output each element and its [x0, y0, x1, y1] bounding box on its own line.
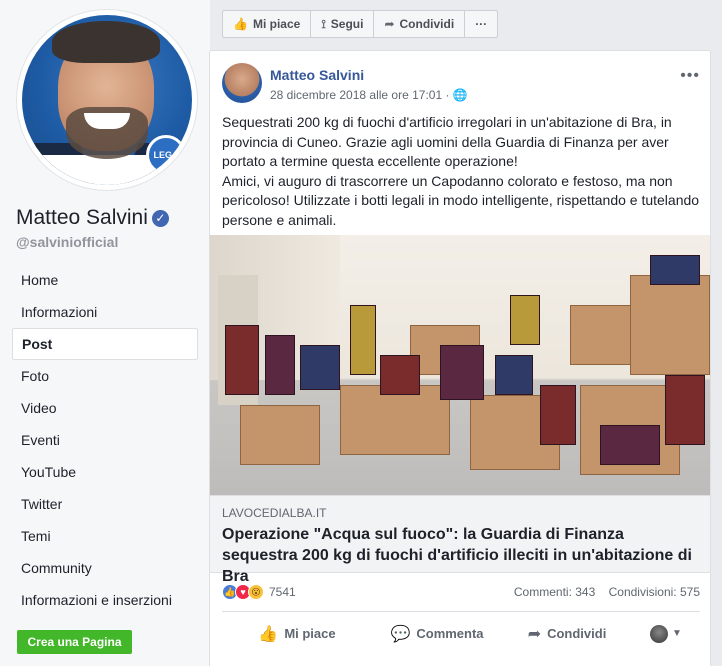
link-title: Operazione "Acqua sul fuoco": la Guardia… [222, 526, 692, 585]
page-actions-bar: 👍 Mi piace ⟟ Segui ➦ Condividi ··· [222, 10, 499, 38]
rss-icon: ⟟ [321, 16, 326, 31]
nav-item-informazioni[interactable]: Informazioni [12, 296, 198, 328]
page-name-text: Matteo Salvini [16, 206, 148, 229]
nav-item-twitter[interactable]: Twitter [12, 488, 198, 520]
verified-check-icon: ✓ [151, 210, 169, 227]
follow-page-label: Segui [330, 17, 364, 31]
page-avatar-icon [650, 624, 669, 643]
share-arrow-icon: ➦ [527, 625, 542, 643]
like-page-label: Mi piace [252, 17, 301, 31]
create-page-button[interactable]: Crea una Pagina [17, 630, 132, 654]
link-domain: LAVOCEDIALBA.IT [222, 506, 327, 520]
comment-label: Commenta [416, 626, 484, 641]
thumbs-up-icon: 👍 [233, 17, 248, 31]
share-icon: ➦ [384, 17, 395, 31]
left-sidebar: LEGA Matteo Salvini ✓ @salviniofficial Ho… [0, 0, 210, 666]
nav-item-info-ads[interactable]: Informazioni e inserzioni [12, 584, 198, 616]
more-page-button[interactable]: ··· [465, 11, 497, 37]
engagement-counts: Commenti: 343 Condivisioni: 575 [504, 585, 700, 599]
share-post-label: Condividi [547, 626, 607, 641]
link-preview-image[interactable] [210, 235, 710, 495]
post-timestamp[interactable]: 28 dicembre 2018 alle ore 17:01 · 🌐 [270, 88, 468, 102]
thumbs-up-outline-icon: 👍 [258, 625, 279, 643]
profile-picture[interactable]: LEGA [17, 10, 197, 190]
post-author-avatar[interactable] [222, 63, 262, 103]
page-handle[interactable]: @salviniofficial [16, 234, 118, 250]
react-as-selector[interactable]: ▼ [632, 618, 700, 650]
lega-badge-icon: LEGA [146, 135, 186, 175]
post-options-icon[interactable]: ••• [680, 67, 700, 85]
nav-item-eventi[interactable]: Eventi [12, 424, 198, 456]
nav-item-temi[interactable]: Temi [12, 520, 198, 552]
post-author-link[interactable]: Matteo Salvini [270, 67, 364, 83]
page-nav: Home Informazioni Post Foto Video Eventi… [12, 264, 198, 616]
page-title[interactable]: Matteo Salvini ✓ [16, 206, 169, 230]
comment-button[interactable]: 💬 Commenta [372, 618, 502, 650]
globe-icon: 🌐 [452, 88, 468, 102]
link-preview[interactable]: LAVOCEDIALBA.IT Operazione "Acqua sul fu… [210, 495, 710, 585]
post-action-bar: 👍 Mi piace 💬 Commenta ➦ Condividi ▼ [222, 611, 700, 655]
like-page-button[interactable]: 👍 Mi piace [223, 11, 312, 37]
post-message: Sequestrati 200 kg di fuochi d'artificio… [222, 113, 700, 230]
more-icon: ··· [475, 17, 488, 31]
post-date: 28 dicembre 2018 alle ore 17:01 [270, 88, 443, 102]
shares-count[interactable]: Condivisioni: 575 [609, 585, 700, 599]
share-page-label: Condividi [399, 17, 455, 31]
wow-reaction-icon: 😮 [248, 584, 264, 600]
nav-item-foto[interactable]: Foto [12, 360, 198, 392]
comment-bubble-icon: 💬 [390, 625, 411, 643]
post-paragraph-1: Sequestrati 200 kg di fuochi d'artificio… [222, 114, 672, 169]
nav-item-youtube[interactable]: YouTube [12, 456, 198, 488]
nav-item-post[interactable]: Post [12, 328, 198, 360]
share-post-button[interactable]: ➦ Condividi [502, 618, 632, 650]
reaction-count: 7541 [269, 585, 296, 599]
chevron-down-icon: ▼ [672, 628, 682, 639]
comments-count[interactable]: Commenti: 343 [514, 585, 595, 599]
follow-page-button[interactable]: ⟟ Segui [311, 11, 375, 37]
post-paragraph-2: Amici, vi auguro di trascorrere un Capod… [222, 172, 700, 228]
reactions-summary[interactable]: 👍 ♥ 😮 7541 [222, 584, 296, 600]
post-card: Matteo Salvini 28 dicembre 2018 alle ore… [209, 50, 711, 666]
like-post-label: Mi piace [284, 626, 336, 641]
nav-item-home[interactable]: Home [12, 264, 198, 296]
nav-item-community[interactable]: Community [12, 552, 198, 584]
post-stats: 👍 ♥ 😮 7541 Commenti: 343 Condivisioni: 5… [222, 581, 700, 605]
post-header: Matteo Salvini 28 dicembre 2018 alle ore… [222, 63, 700, 103]
share-page-button[interactable]: ➦ Condividi [374, 11, 466, 37]
like-post-button[interactable]: 👍 Mi piace [222, 618, 372, 650]
nav-item-video[interactable]: Video [12, 392, 198, 424]
